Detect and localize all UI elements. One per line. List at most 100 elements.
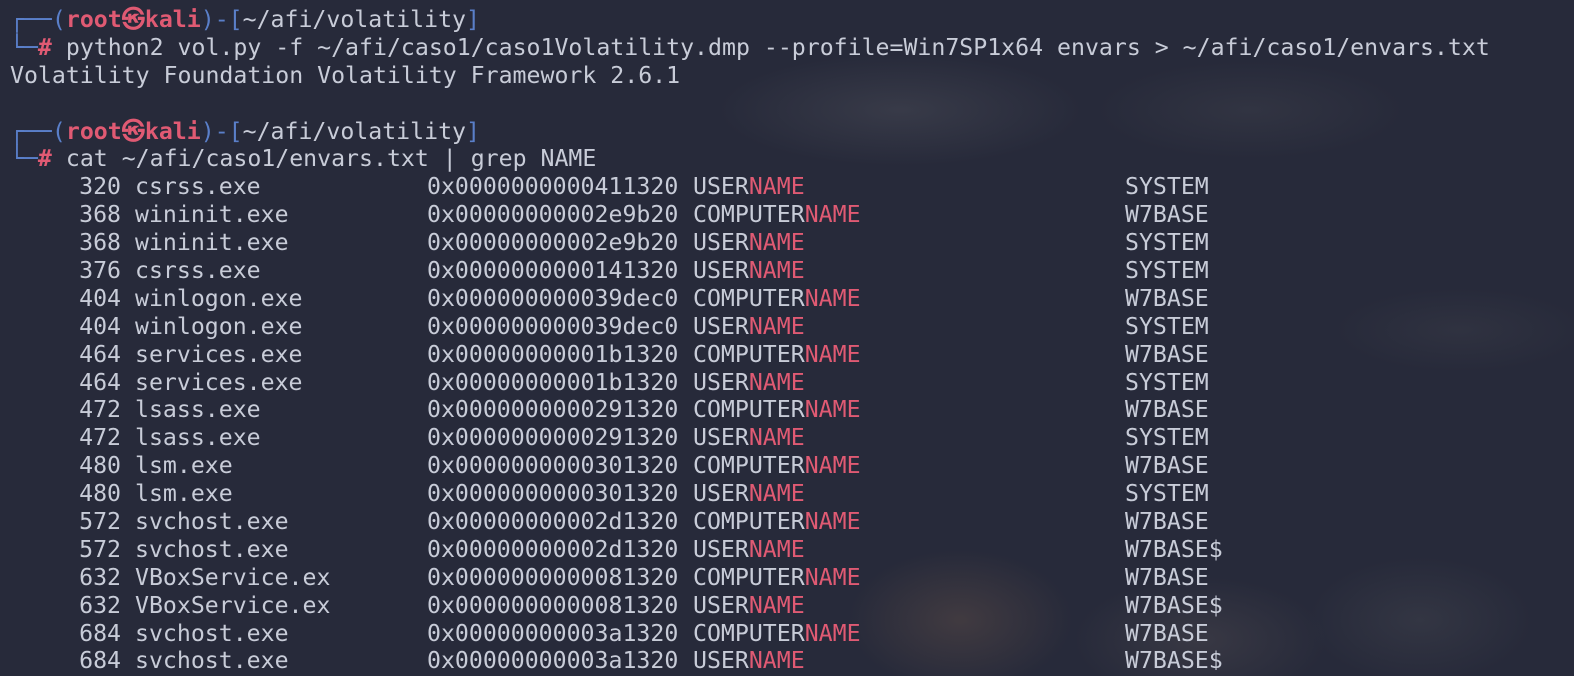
pid-cell: 368 <box>79 201 121 229</box>
grep-match-highlight: NAME <box>748 424 805 452</box>
address-cell: 0x0000000000301320 <box>427 452 679 480</box>
value-cell: W7BASE <box>1125 201 1209 229</box>
process-cell: winlogon.exe <box>135 284 303 312</box>
process-cell: csrss.exe <box>135 257 261 285</box>
output-row: 480 lsm.exe 0x0000000000301320 USERNAME SYST… <box>10 480 1564 508</box>
grep-match-highlight: NAME <box>804 396 861 424</box>
pid-cell: 404 <box>79 312 121 340</box>
grep-match-highlight: NAME <box>804 201 861 229</box>
value-cell: SYSTEM <box>1125 368 1209 396</box>
address-cell: 0x00000000003a1320 <box>427 619 679 647</box>
variable-prefix: USER <box>693 424 749 452</box>
variable-prefix: USER <box>693 591 749 619</box>
variable-prefix: COMPUTER <box>693 508 805 536</box>
variable-cell: USERNAME <box>693 257 805 285</box>
variable-prefix: COMPUTER <box>693 452 805 480</box>
command-text[interactable]: cat ~/afi/caso1/envars.txt | grep NAME <box>66 145 596 172</box>
process-cell: svchost.exe <box>135 647 289 670</box>
pid-cell: 472 <box>79 396 121 424</box>
prompt-frame-bottom: └─ <box>10 33 38 61</box>
variable-prefix: USER <box>693 173 749 201</box>
variable-cell: USERNAME <box>693 229 805 257</box>
address-cell: 0x0000000000141320 <box>427 257 679 285</box>
skull-icon: ㉿ <box>121 117 145 145</box>
output-row: 632 VBoxService.ex 0x0000000000081320 COMPU… <box>10 564 1564 592</box>
output-row: 404 winlogon.exe 0x000000000039dec0 USERNAM… <box>10 313 1564 341</box>
variable-prefix: USER <box>693 229 749 257</box>
variable-cell: COMPUTERNAME <box>693 452 861 480</box>
pid-cell: 480 <box>79 452 121 480</box>
pid-cell: 572 <box>79 508 121 536</box>
variable-prefix: COMPUTER <box>693 340 805 368</box>
process-cell: lsm.exe <box>135 480 233 508</box>
variable-cell: USERNAME <box>693 424 805 452</box>
variable-prefix: COMPUTER <box>693 396 805 424</box>
grep-match-highlight: NAME <box>804 284 861 312</box>
pid-cell: 684 <box>79 647 121 670</box>
value-cell: W7BASE <box>1125 452 1209 480</box>
command-line: └─# cat ~/afi/caso1/envars.txt | grep NA… <box>10 145 1564 173</box>
pid-cell: 684 <box>79 619 121 647</box>
prompt-host: kali <box>144 6 201 33</box>
grep-match-highlight: NAME <box>748 257 805 285</box>
output-row: 684 svchost.exe 0x00000000003a1320 COMPUTER… <box>10 620 1564 648</box>
pid-cell: 632 <box>79 563 121 591</box>
output-row: 376 csrss.exe 0x0000000000141320 USERNAME SY… <box>10 257 1564 285</box>
prompt-frame-top: ┌── <box>10 117 52 145</box>
pid-cell: 320 <box>79 173 121 201</box>
process-cell: lsm.exe <box>135 452 233 480</box>
output-row: 464 services.exe 0x00000000001b1320 USERNAM… <box>10 369 1564 397</box>
variable-prefix: COMPUTER <box>693 201 805 229</box>
output-row: 684 svchost.exe 0x00000000003a1320 USERNAME… <box>10 647 1564 670</box>
process-cell: services.exe <box>135 340 303 368</box>
variable-cell: USERNAME <box>693 536 805 564</box>
variable-cell: USERNAME <box>693 480 805 508</box>
value-cell: W7BASE <box>1125 340 1209 368</box>
variable-cell: COMPUTERNAME <box>693 285 861 313</box>
grep-match-highlight: NAME <box>804 619 861 647</box>
grep-output: 320 csrss.exe 0x0000000000411320 USERNAME SY… <box>10 173 1564 670</box>
grep-match-highlight: NAME <box>804 452 861 480</box>
variable-prefix: USER <box>693 535 749 563</box>
grep-match-highlight: NAME <box>748 229 805 257</box>
process-cell: winlogon.exe <box>135 312 303 340</box>
address-cell: 0x00000000002d1320 <box>427 535 679 563</box>
value-cell: W7BASE <box>1125 508 1209 536</box>
pid-cell: 464 <box>79 368 121 396</box>
grep-match-highlight: NAME <box>748 535 805 563</box>
prompt-host: kali <box>144 117 201 145</box>
process-cell: VBoxService.ex <box>135 591 331 619</box>
process-cell: VBoxService.ex <box>135 563 331 591</box>
skull-icon: ㉿ <box>121 6 145 33</box>
variable-cell: COMPUTERNAME <box>693 396 861 424</box>
address-cell: 0x0000000000291320 <box>427 424 679 452</box>
variable-prefix: USER <box>693 368 749 396</box>
grep-match-highlight: NAME <box>748 591 805 619</box>
address-cell: 0x0000000000301320 <box>427 480 679 508</box>
output-row: 472 lsass.exe 0x0000000000291320 USERNAME SY… <box>10 424 1564 452</box>
value-cell: W7BASE <box>1125 396 1209 424</box>
variable-prefix: COMPUTER <box>693 284 805 312</box>
prompt-path: ~/afi/volatility <box>242 6 466 33</box>
value-cell: W7BASE$ <box>1125 535 1223 563</box>
prompt-hash: # <box>37 145 52 173</box>
variable-prefix: USER <box>693 312 749 340</box>
prompt-user: root <box>65 117 122 145</box>
prompt-frame-bottom: └─ <box>10 145 38 173</box>
terminal-window[interactable]: ┌──(root㉿kali)-[~/afi/volatility] └─# py… <box>10 6 1564 670</box>
variable-prefix: USER <box>693 647 749 670</box>
variable-cell: COMPUTERNAME <box>693 564 861 592</box>
prompt-hash: # <box>37 33 52 61</box>
value-cell: W7BASE$ <box>1125 591 1223 619</box>
output-row: 572 svchost.exe 0x00000000002d1320 USERNAME… <box>10 536 1564 564</box>
prompt-line: ┌──(root㉿kali)-[~/afi/volatility] <box>10 6 480 33</box>
command-text[interactable]: python2 vol.py -f ~/afi/caso1/caso1Volat… <box>66 34 1490 61</box>
process-cell: wininit.exe <box>135 229 289 257</box>
grep-match-highlight: NAME <box>748 647 805 670</box>
value-cell: SYSTEM <box>1125 257 1209 285</box>
value-cell: W7BASE <box>1125 619 1209 647</box>
variable-cell: USERNAME <box>693 369 805 397</box>
pid-cell: 472 <box>79 424 121 452</box>
output-row: 572 svchost.exe 0x00000000002d1320 COMPUTER… <box>10 508 1564 536</box>
variable-cell: COMPUTERNAME <box>693 341 861 369</box>
